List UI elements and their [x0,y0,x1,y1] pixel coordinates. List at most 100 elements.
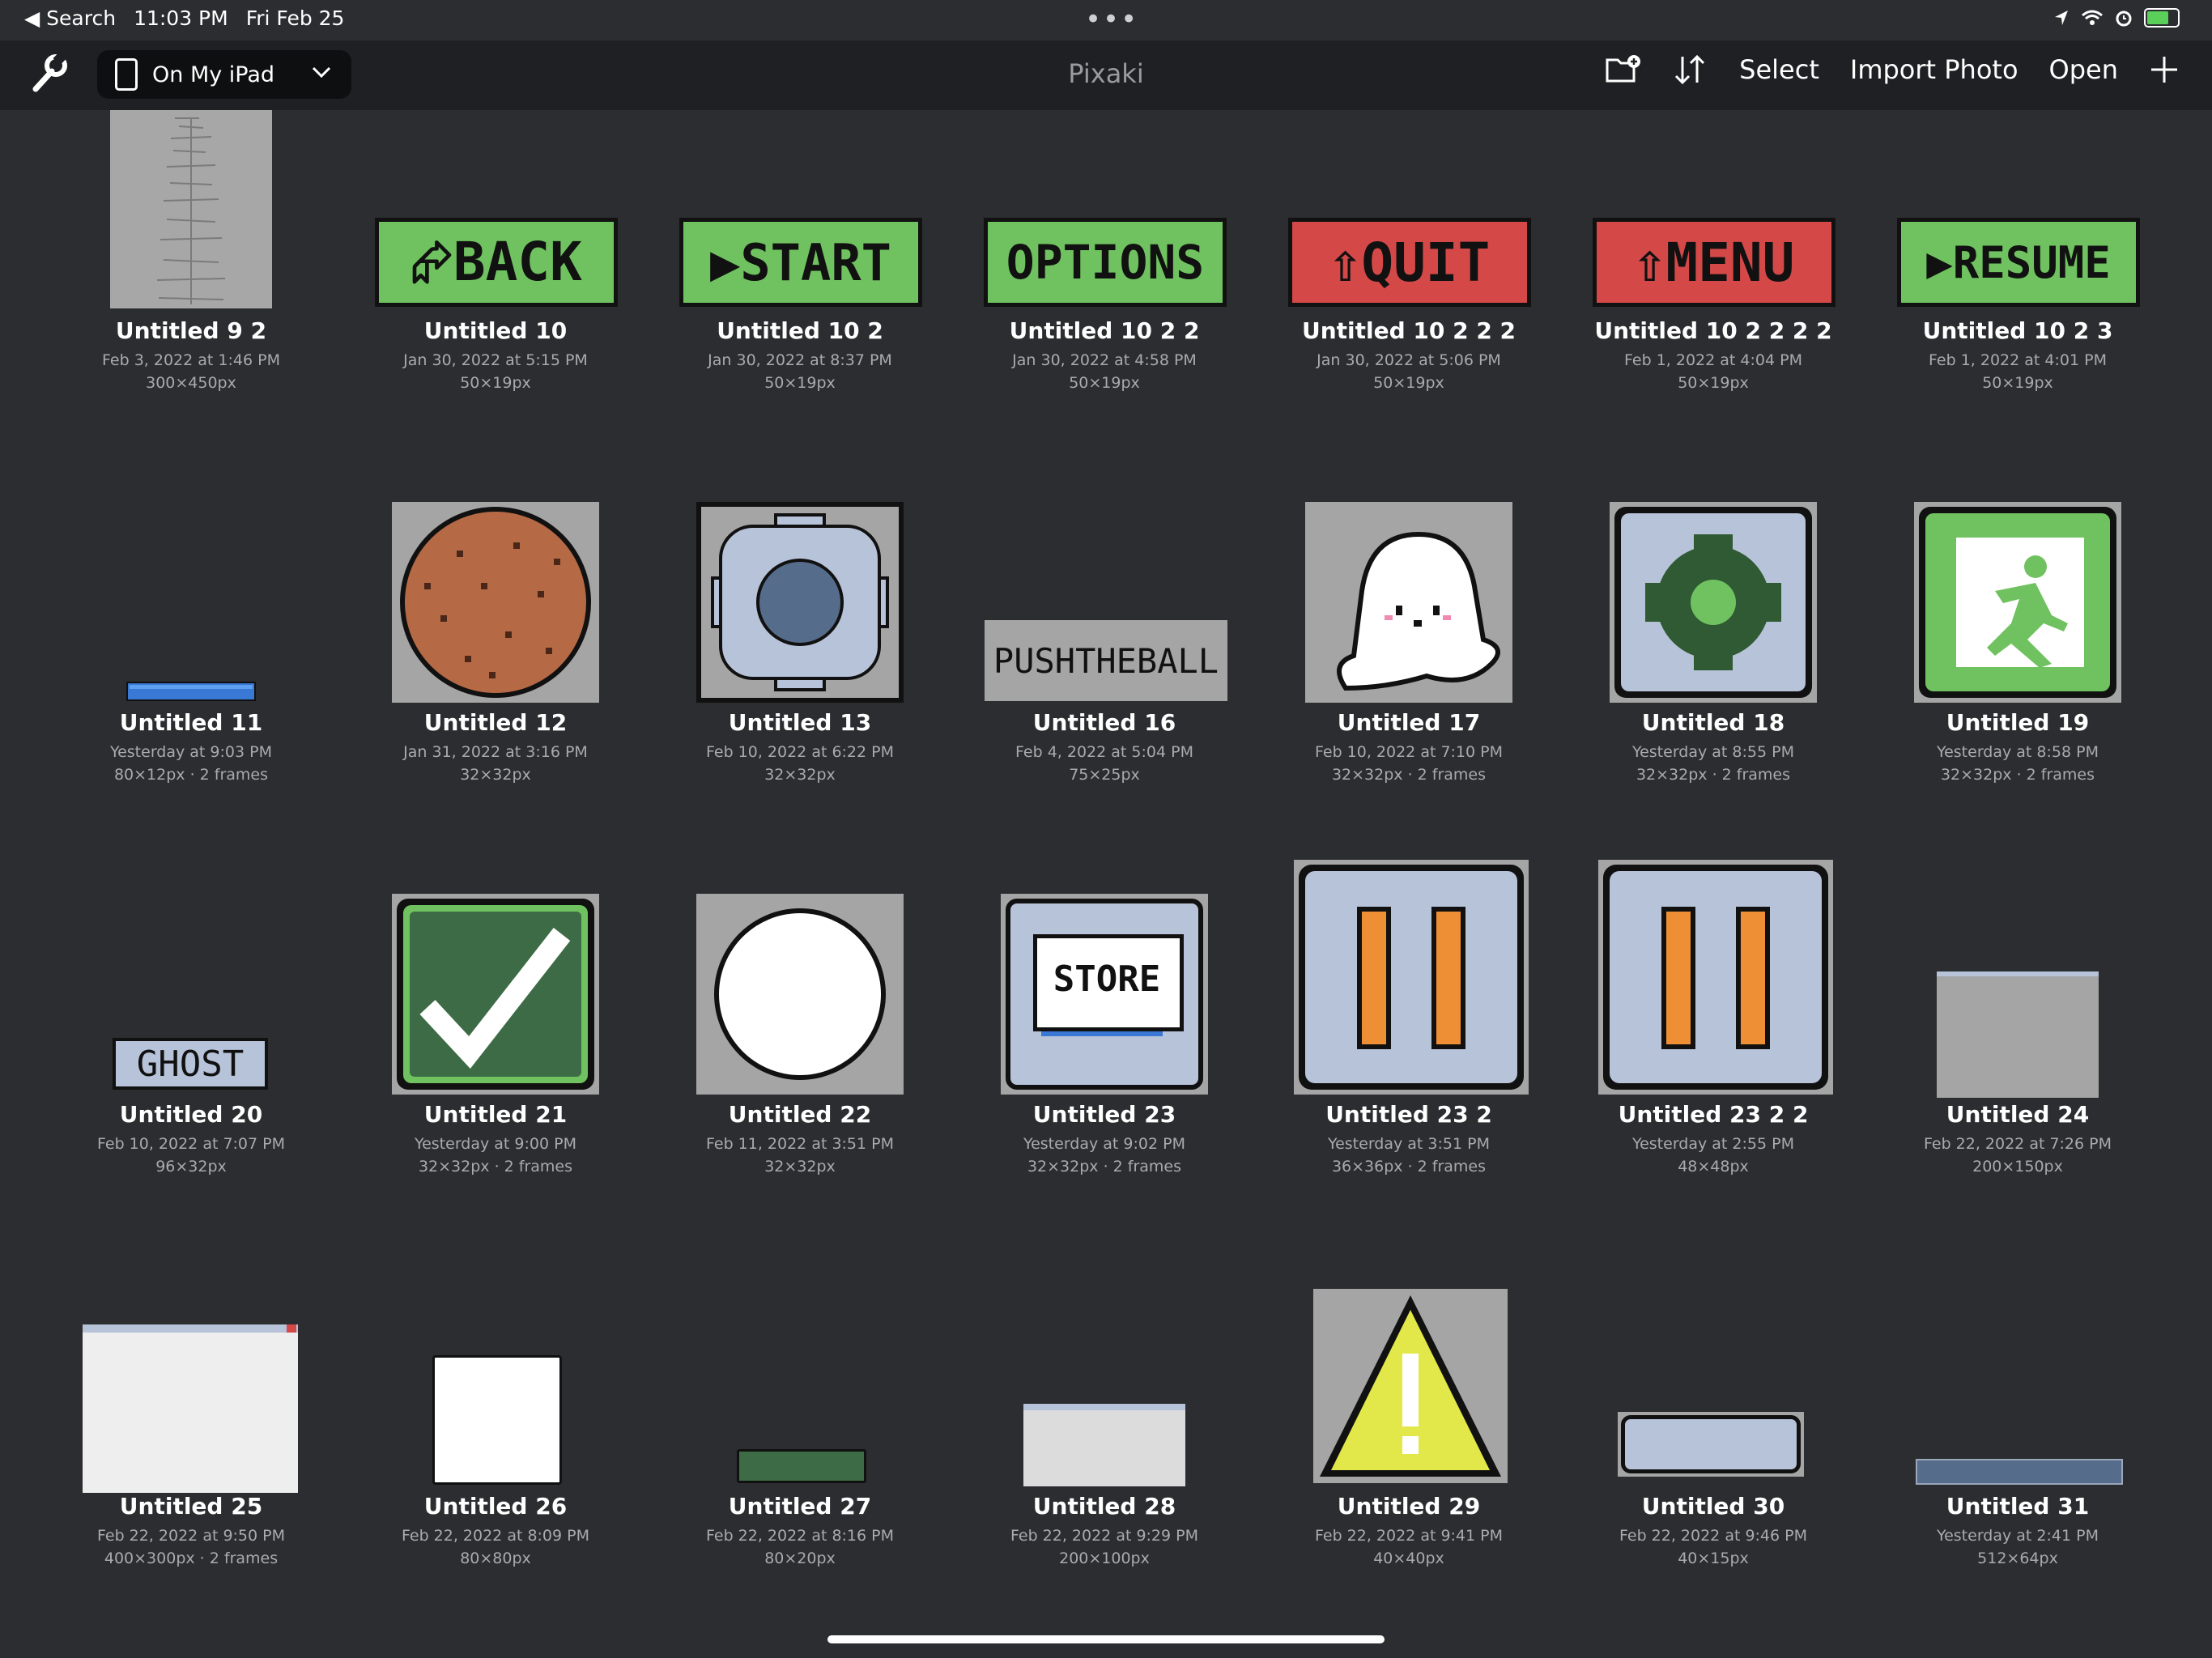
file-item[interactable]: Untitled 9 2 Feb 3, 2022 at 1:46 PM 300×… [39,110,343,483]
file-thumbnail[interactable] [1561,502,1865,703]
file-thumbnail[interactable]: ⮳BACK [343,110,648,311]
file-thumbnail[interactable] [1257,1286,1561,1486]
file-thumbnail[interactable] [648,894,952,1095]
file-item[interactable]: ⇧QUIT Untitled 10 2 2 2 Jan 30, 2022 at … [1257,110,1561,483]
file-thumbnail[interactable] [648,1286,952,1486]
file-date: Yesterday at 9:00 PM [415,1135,576,1153]
file-thumbnail[interactable] [39,110,343,311]
pause-button-sprite [1294,860,1529,1095]
pause-button-sprite [1598,860,1833,1095]
file-item[interactable]: ⮳BACK Untitled 10 Jan 30, 2022 at 5:15 P… [343,110,648,483]
file-item[interactable]: ▶START Untitled 10 2 Jan 30, 2022 at 8:3… [648,110,952,483]
file-date: Feb 11, 2022 at 3:51 PM [705,1135,895,1153]
file-item[interactable]: Untitled 12 Jan 31, 2022 at 3:16 PM 32×3… [343,502,648,874]
open-button[interactable]: Open [2049,54,2118,85]
wifi-icon [2082,10,2103,25]
file-item[interactable]: ⇧MENU Untitled 10 2 2 2 2 Feb 1, 2022 at… [1561,110,1865,483]
file-thumbnail[interactable]: ▶RESUME [1865,110,2170,311]
sort-icon[interactable] [1673,53,1708,86]
file-item[interactable]: Untitled 22 Feb 11, 2022 at 3:51 PM 32×3… [648,894,952,1266]
file-thumbnail[interactable] [39,502,343,703]
file-thumbnail[interactable] [39,1286,343,1493]
file-name: Untitled 10 2 3 [1922,317,2113,344]
file-item[interactable]: ▶RESUME Untitled 10 2 3 Feb 1, 2022 at 4… [1865,110,2170,483]
new-folder-icon[interactable] [1605,53,1642,86]
file-thumbnail[interactable]: ⇧MENU [1561,110,1865,311]
file-size: 80×12px · 2 frames [113,766,269,784]
toolbar: On My iPad Pixaki Select Import Photo Op… [0,40,2212,110]
file-thumbnail[interactable]: ▶START [648,110,952,311]
file-date: Jan 30, 2022 at 5:15 PM [403,351,588,369]
file-item[interactable]: Untitled 13 Feb 10, 2022 at 6:22 PM 32×3… [648,502,952,874]
file-size: 50×19px [1373,374,1444,392]
file-thumbnail[interactable] [1865,1286,2170,1486]
file-thumbnail[interactable] [1865,894,2170,1098]
file-thumbnail[interactable]: GHOST [39,894,343,1095]
file-size: 32×32px · 2 frames [1940,766,2095,784]
file-item[interactable]: Untitled 25 Feb 22, 2022 at 9:50 PM 400×… [39,1286,343,1658]
home-indicator[interactable] [827,1635,1385,1643]
file-item[interactable]: Untitled 30 Feb 22, 2022 at 9:46 PM 40×1… [1561,1286,1865,1658]
file-item[interactable]: Untitled 24 Feb 22, 2022 at 7:26 PM 200×… [1865,894,2170,1266]
file-name: Untitled 24 [1946,1101,2090,1128]
file-item[interactable]: Untitled 23 2 2 Yesterday at 2:55 PM 48×… [1561,860,1865,1266]
back-to-search-link[interactable]: ◀ Search [24,6,116,30]
file-item[interactable]: PUSHTHEBALL Untitled 16 Feb 4, 2022 at 5… [952,502,1257,874]
add-icon[interactable] [2149,54,2180,85]
file-thumbnail[interactable]: ⇧QUIT [1257,110,1561,311]
file-name: Untitled 16 [1032,709,1176,736]
options-button-sprite: OPTIONS [984,218,1227,307]
file-item[interactable]: Untitled 18 Yesterday at 8:55 PM 32×32px… [1561,502,1865,874]
file-item[interactable]: Untitled 21 Yesterday at 9:00 PM 32×32px… [343,894,648,1266]
menu-button-sprite: ⇧MENU [1593,218,1836,307]
file-item[interactable]: Untitled 31 Yesterday at 2:41 PM 512×64p… [1865,1286,2170,1658]
file-item[interactable]: Untitled 27 Feb 22, 2022 at 8:16 PM 80×2… [648,1286,952,1658]
file-thumbnail[interactable] [952,1286,1257,1486]
file-date: Yesterday at 2:55 PM [1632,1135,1794,1153]
import-photo-button[interactable]: Import Photo [1850,54,2018,85]
blue-bar-sprite [126,682,256,701]
file-thumbnail[interactable] [343,894,648,1095]
file-thumbnail[interactable] [1257,860,1561,1095]
file-date: Feb 10, 2022 at 7:10 PM [1314,743,1504,761]
file-date: Feb 4, 2022 at 5:04 PM [1015,743,1193,761]
file-thumbnail[interactable]: PUSHTHEBALL [952,502,1257,703]
multitasking-dots[interactable]: ••• [1085,3,1138,36]
file-thumbnail[interactable] [1865,502,2170,703]
file-date: Yesterday at 3:51 PM [1328,1135,1490,1153]
file-name: Untitled 22 [728,1101,872,1128]
file-item[interactable]: Untitled 19 Yesterday at 8:58 PM 32×32px… [1865,502,2170,874]
file-name: Untitled 26 [423,1493,568,1520]
file-thumbnail[interactable] [648,502,952,703]
file-date: Feb 10, 2022 at 7:07 PM [96,1135,286,1153]
file-date: Jan 31, 2022 at 3:16 PM [403,743,588,761]
file-thumbnail[interactable] [343,1286,648,1486]
file-thumbnail[interactable] [343,502,648,703]
cookie-sprite [392,502,599,703]
file-thumbnail[interactable] [1561,1286,1865,1486]
clock: 11:03 PM [134,6,228,30]
file-item[interactable]: Untitled 28 Feb 22, 2022 at 9:29 PM 200×… [952,1286,1257,1658]
file-item[interactable]: OPTIONS Untitled 10 2 2 Jan 30, 2022 at … [952,110,1257,483]
file-thumbnail[interactable] [1561,860,1865,1095]
file-name: Untitled 10 2 2 [1009,317,1200,344]
select-button[interactable]: Select [1739,54,1819,85]
file-name: Untitled 23 2 2 [1618,1101,1809,1128]
file-item[interactable]: Untitled 11 Yesterday at 9:03 PM 80×12px… [39,502,343,874]
file-item[interactable]: Untitled 29 Feb 22, 2022 at 9:41 PM 40×4… [1257,1286,1561,1658]
file-item[interactable]: STORE Untitled 23 Yesterday at 9:02 PM 3… [952,894,1257,1266]
file-name: Untitled 13 [728,709,872,736]
file-size: 96×32px [155,1158,227,1175]
file-item[interactable]: Untitled 17 Feb 10, 2022 at 7:10 PM 32×3… [1257,502,1561,874]
file-item[interactable]: GHOST Untitled 20 Feb 10, 2022 at 7:07 P… [39,894,343,1266]
file-thumbnail[interactable]: STORE [952,894,1257,1095]
file-size: 50×19px [1069,374,1140,392]
file-size: 50×19px [1982,374,2053,392]
file-size: 32×32px · 2 frames [418,1158,573,1175]
file-item[interactable]: Untitled 23 2 Yesterday at 3:51 PM 36×36… [1257,860,1561,1266]
file-thumbnail[interactable] [1257,502,1561,703]
file-item[interactable]: Untitled 26 Feb 22, 2022 at 8:09 PM 80×8… [343,1286,648,1658]
file-thumbnail[interactable]: OPTIONS [952,110,1257,311]
file-size: 32×32px [764,1158,836,1175]
file-date: Feb 22, 2022 at 9:50 PM [96,1527,286,1545]
